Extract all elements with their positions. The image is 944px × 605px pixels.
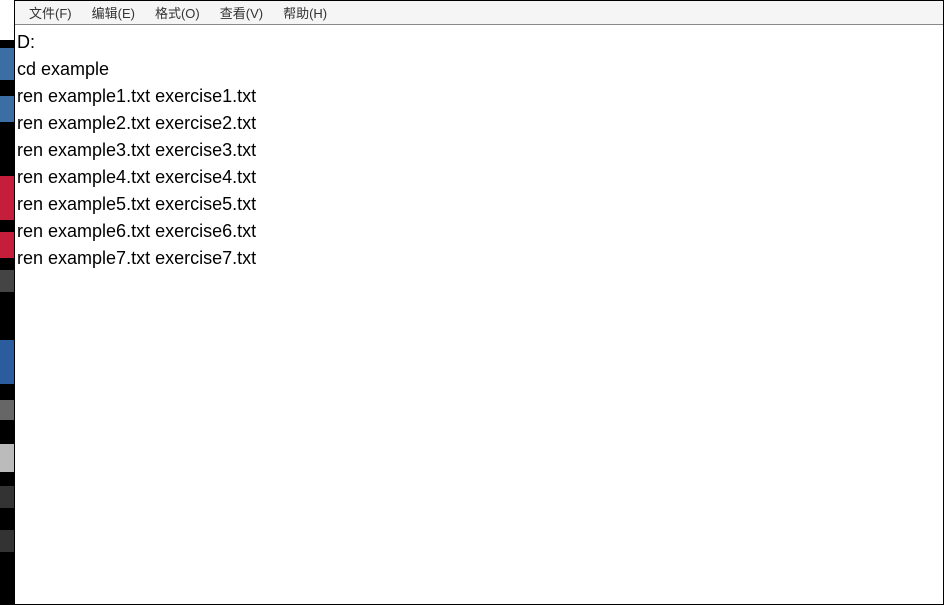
strip-block	[0, 530, 14, 552]
notepad-window: 文件(F) 编辑(E) 格式(O) 查看(V) 帮助(H) D: cd exam…	[14, 0, 944, 605]
editor-line: ren example5.txt exercise5.txt	[17, 194, 256, 214]
text-editor-area[interactable]: D: cd example ren example1.txt exercise1…	[15, 25, 943, 604]
strip-block	[0, 340, 14, 384]
strip-block	[0, 48, 14, 80]
editor-line: cd example	[17, 59, 109, 79]
strip-block	[0, 0, 14, 40]
editor-line: ren example1.txt exercise1.txt	[17, 86, 256, 106]
menu-edit[interactable]: 编辑(E)	[82, 1, 145, 24]
strip-block	[0, 96, 14, 122]
strip-block	[0, 232, 14, 258]
editor-line: ren example2.txt exercise2.txt	[17, 113, 256, 133]
strip-block	[0, 270, 14, 292]
editor-line: ren example4.txt exercise4.txt	[17, 167, 256, 187]
editor-line: D:	[17, 32, 35, 52]
strip-block	[0, 400, 14, 420]
menu-bar: 文件(F) 编辑(E) 格式(O) 查看(V) 帮助(H)	[15, 1, 943, 25]
strip-block	[0, 444, 14, 472]
desktop-left-strip	[0, 0, 14, 605]
menu-format[interactable]: 格式(O)	[145, 1, 210, 24]
editor-line: ren example7.txt exercise7.txt	[17, 248, 256, 268]
menu-view[interactable]: 查看(V)	[210, 1, 273, 24]
editor-line: ren example3.txt exercise3.txt	[17, 140, 256, 160]
strip-block	[0, 176, 14, 220]
strip-block	[0, 486, 14, 508]
menu-file[interactable]: 文件(F)	[19, 1, 82, 24]
editor-line: ren example6.txt exercise6.txt	[17, 221, 256, 241]
menu-help[interactable]: 帮助(H)	[273, 1, 337, 24]
